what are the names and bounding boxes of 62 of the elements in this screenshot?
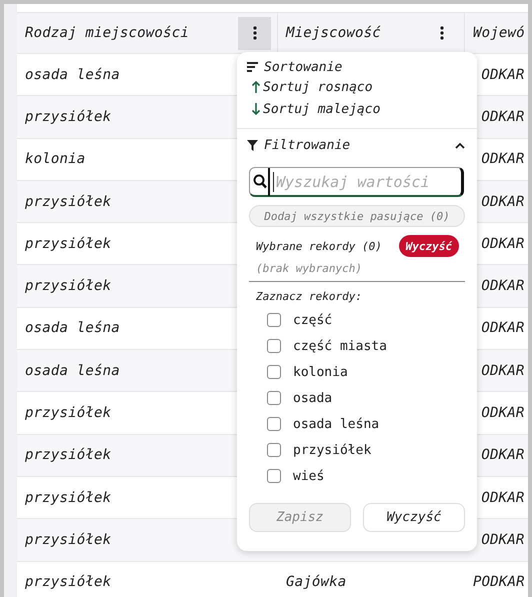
table-cell: osada leśna bbox=[25, 320, 120, 336]
table-cell: ODKAR bbox=[481, 278, 525, 294]
table-cell: osada leśna bbox=[25, 362, 120, 379]
checkbox[interactable] bbox=[267, 443, 281, 457]
empty-selection-label: (brak wybranych) bbox=[256, 262, 363, 275]
checkbox[interactable] bbox=[267, 469, 281, 483]
table-cell: Gajówka bbox=[286, 574, 346, 590]
checkbox[interactable] bbox=[267, 313, 281, 327]
table-cell: przysiółek bbox=[25, 278, 112, 294]
sort-option[interactable]: Sortuj malejąco bbox=[263, 102, 380, 116]
option-label: kolonia bbox=[293, 364, 348, 380]
table-cell: przysiółek bbox=[25, 194, 112, 210]
option-label: część miasta bbox=[293, 338, 387, 354]
clear-selected-button[interactable]: Wyczyść bbox=[398, 235, 459, 257]
table-cell: ODKAR bbox=[481, 320, 525, 336]
table-cell: ODKAR bbox=[481, 362, 525, 379]
column-menu-button[interactable] bbox=[238, 16, 271, 50]
column-header: Rodzaj miejscowości bbox=[25, 25, 189, 41]
more-icon bbox=[440, 26, 444, 40]
table-cell: ODKAR bbox=[481, 447, 525, 464]
option-label: osada bbox=[293, 390, 332, 406]
table-cell: przysiółek bbox=[25, 532, 112, 548]
column-header: Wojewó bbox=[473, 25, 525, 41]
selected-count-label: Wybrane rekordy (0) bbox=[256, 240, 382, 252]
more-icon bbox=[252, 26, 256, 40]
table-cell: ODKAR bbox=[481, 66, 525, 83]
section-title: Filtrowanie bbox=[264, 138, 350, 152]
option-label: osada leśna bbox=[293, 416, 380, 432]
arrow-up-icon bbox=[251, 81, 261, 93]
checkbox[interactable] bbox=[267, 391, 281, 405]
table-cell: ODKAR bbox=[481, 236, 525, 252]
checkbox[interactable] bbox=[267, 339, 281, 353]
table-cell: PODKAR bbox=[473, 574, 525, 590]
table-cell: ODKAR bbox=[481, 108, 525, 125]
table-cell: ODKAR bbox=[481, 490, 525, 506]
table-cell: ODKAR bbox=[481, 532, 525, 548]
table-cell: ODKAR bbox=[481, 194, 525, 210]
option-label: przysiółek bbox=[293, 442, 372, 458]
arrow-down-icon bbox=[251, 103, 261, 115]
chevron-up-icon[interactable] bbox=[455, 142, 465, 148]
option-label: część bbox=[293, 312, 332, 328]
checkbox[interactable] bbox=[267, 365, 281, 379]
sort-icon bbox=[247, 62, 258, 72]
table-cell: ODKAR bbox=[481, 151, 525, 168]
footer-button[interactable]: Wyczyść bbox=[363, 503, 465, 532]
table-cell: kolonia bbox=[25, 151, 86, 168]
option-label: wieś bbox=[293, 468, 324, 484]
search-field[interactable]: Wyszukaj wartości bbox=[249, 167, 464, 197]
sort-option[interactable]: Sortuj rosnąco bbox=[263, 80, 373, 94]
table-cell: ODKAR bbox=[481, 405, 525, 422]
table-cell: przysiółek bbox=[25, 490, 112, 506]
table-cell: przysiółek bbox=[25, 447, 112, 464]
table-cell: przysiółek bbox=[25, 108, 112, 125]
checkbox[interactable] bbox=[267, 417, 281, 431]
table-cell: osada leśna bbox=[25, 66, 120, 83]
table-cell: przysiółek bbox=[25, 574, 112, 590]
table-cell: przysiółek bbox=[25, 236, 112, 252]
search-icon bbox=[253, 174, 267, 189]
column-header: Miejscowość bbox=[286, 25, 381, 41]
pick-records-label: Zaznacz rekordy: bbox=[256, 290, 363, 303]
section-title: Sortowanie bbox=[264, 60, 342, 74]
table-cell: przysiółek bbox=[25, 405, 112, 422]
